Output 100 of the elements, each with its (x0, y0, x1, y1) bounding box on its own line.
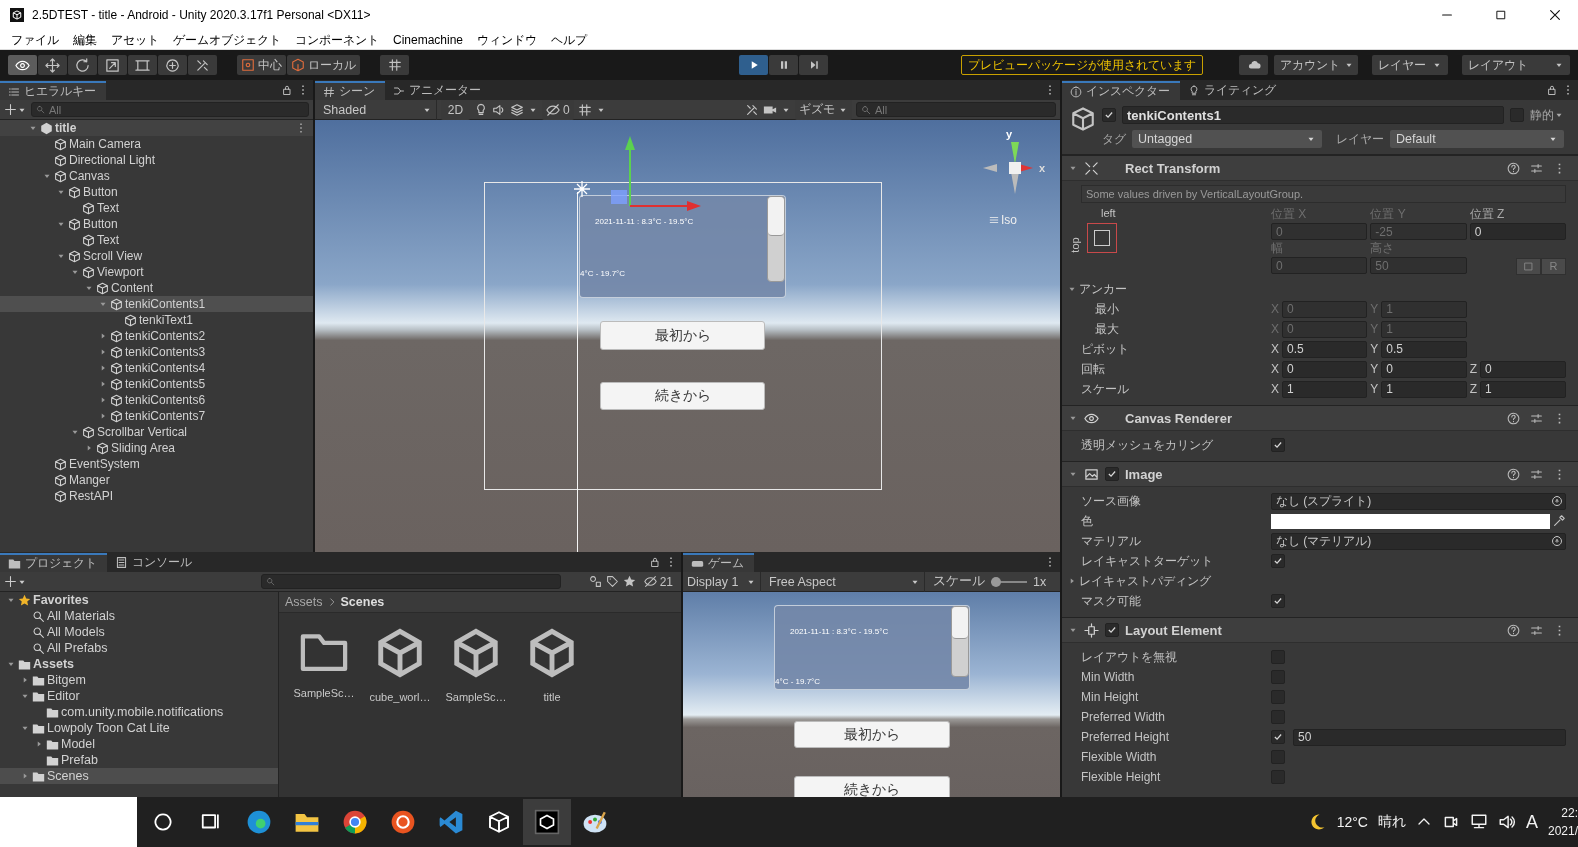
layers-icon[interactable] (510, 102, 524, 117)
lock-icon[interactable] (649, 556, 661, 568)
number-field[interactable]: 0 (1469, 223, 1566, 240)
hierarchy-item[interactable]: Manger (0, 472, 313, 488)
lock-icon[interactable] (1546, 84, 1558, 96)
hierarchy-item[interactable]: Content (0, 280, 313, 296)
label-filter-icon[interactable] (605, 575, 619, 588)
presets-icon[interactable] (1530, 623, 1543, 637)
panel-tab[interactable]: コンソール (107, 553, 202, 572)
menu-item[interactable]: ヘルプ (544, 29, 595, 50)
hierarchy-item[interactable]: Main Camera (0, 136, 313, 152)
help-icon[interactable] (1507, 411, 1520, 425)
hidden-packages-toggle[interactable]: 21 (639, 571, 677, 592)
static-dropdown[interactable]: 静的 (1530, 106, 1564, 124)
hierarchy-item[interactable]: Text (0, 200, 313, 216)
presets-icon[interactable] (1530, 411, 1543, 425)
lock-icon[interactable] (281, 84, 293, 96)
hierarchy-item[interactable]: Scroll View (0, 248, 313, 264)
number-field[interactable]: 0 (1282, 360, 1368, 378)
aspect-dropdown[interactable]: Free Aspect (765, 571, 925, 592)
panel-tab[interactable]: インスペクター (1062, 81, 1180, 100)
start-button[interactable]: 最初から (794, 721, 950, 748)
number-field[interactable]: 0 (1480, 360, 1566, 378)
number-field[interactable]: 50 (1293, 728, 1566, 746)
tool-button[interactable] (128, 55, 157, 75)
project-tree-item[interactable]: Lowpoly Toon Cat Lite (0, 720, 278, 736)
hierarchy-item[interactable]: tenkiText1 (0, 312, 313, 328)
star-icon[interactable] (622, 575, 636, 588)
hierarchy-item[interactable]: tenkiContents1 (0, 296, 313, 312)
create-dropdown[interactable] (4, 575, 27, 588)
menu-item[interactable]: Cinemachine (386, 29, 471, 50)
menu-item[interactable]: アセット (104, 29, 166, 50)
hierarchy-item[interactable]: tenkiContents5 (0, 376, 313, 392)
number-field[interactable]: 1 (1480, 380, 1566, 398)
tool-button[interactable] (8, 55, 37, 75)
speaker-icon[interactable] (1497, 813, 1516, 831)
project-tree-item[interactable]: All Models (0, 624, 278, 640)
foldout-label[interactable]: アンカー (1079, 280, 1127, 298)
temperature[interactable]: 12°C (1336, 814, 1368, 830)
search-field[interactable] (261, 574, 561, 589)
snap-button[interactable] (380, 55, 409, 75)
display-dropdown[interactable]: Display 1 (683, 571, 761, 592)
panel-tab[interactable]: ヒエラルキー (0, 81, 106, 100)
tool-button[interactable] (158, 55, 187, 75)
anchor-preset-button[interactable] (1087, 223, 1117, 253)
enable-checkbox[interactable] (1105, 623, 1119, 637)
checkbox[interactable] (1271, 730, 1285, 744)
hierarchy-item[interactable]: tenkiContents6 (0, 392, 313, 408)
clock-time[interactable]: 22: (1561, 804, 1578, 822)
playback-button[interactable] (769, 55, 798, 75)
tools-icon[interactable] (745, 102, 759, 117)
project-tree-item[interactable]: Scenes (0, 768, 278, 784)
hierarchy-item[interactable]: tenkiContents3 (0, 344, 313, 360)
slider-thumb[interactable] (991, 576, 1001, 587)
hierarchy-item[interactable]: Button (0, 216, 313, 232)
asset-name[interactable]: SampleSc… (445, 691, 507, 703)
tool-button[interactable] (98, 55, 127, 75)
hierarchy-item[interactable]: tenkiContents4 (0, 360, 313, 376)
playback-button[interactable] (799, 55, 828, 75)
project-tree-item[interactable]: Assets (0, 656, 278, 672)
help-icon[interactable] (1507, 467, 1520, 481)
type-filter-icon[interactable] (588, 575, 602, 588)
account-dropdown[interactable]: アカウント (1274, 55, 1358, 75)
preview-packages-notice[interactable]: プレビューパッケージが使用されています (961, 55, 1203, 75)
grid-icon[interactable] (577, 102, 592, 117)
menu-item[interactable]: コンポーネント (288, 29, 386, 50)
color-field[interactable] (1271, 513, 1550, 529)
project-tree-item[interactable]: com.unity.mobile.notifications (0, 704, 278, 720)
project-tree-item[interactable]: Bitgem (0, 672, 278, 688)
space-toggle[interactable]: ローカル (287, 55, 360, 75)
panel-tab[interactable]: シーン (315, 81, 385, 100)
number-field[interactable]: 1 (1282, 380, 1368, 398)
playback-button[interactable] (739, 55, 768, 75)
layers-dropdown[interactable]: レイヤー (1372, 55, 1448, 75)
help-icon[interactable] (1507, 161, 1520, 175)
tool-button[interactable] (188, 55, 217, 75)
project-tree-item[interactable]: All Materials (0, 608, 278, 624)
checkbox[interactable] (1271, 438, 1285, 452)
presets-icon[interactable] (1530, 467, 1543, 481)
taskbar-app-button[interactable] (523, 799, 571, 845)
number-field[interactable]: 0.5 (1381, 340, 1467, 358)
tool-button[interactable] (68, 55, 97, 75)
panel-tab[interactable]: プロジェクト (0, 553, 107, 572)
hierarchy-item[interactable]: Sliding Area (0, 440, 313, 456)
enable-checkbox[interactable] (1105, 467, 1119, 481)
name-field[interactable]: tenkiContents1 (1122, 106, 1504, 124)
clock-date[interactable]: 2021/ (1547, 822, 1578, 840)
project-tree-item[interactable]: Prefab (0, 752, 278, 768)
project-tree-item[interactable]: Editor (0, 688, 278, 704)
light-bulb-icon[interactable] (474, 102, 488, 117)
shading-dropdown[interactable]: Shaded (319, 99, 437, 120)
continue-button[interactable]: 続きから (794, 776, 950, 797)
hierarchy-item[interactable]: Viewport (0, 264, 313, 280)
number-field[interactable]: 0 (1381, 360, 1467, 378)
foldout-label[interactable]: レイキャストパディング (1079, 572, 1211, 590)
breadcrumb-link[interactable]: Scenes (340, 595, 385, 609)
panel-tab[interactable]: ゲーム (683, 553, 754, 572)
asset-name[interactable]: title (543, 691, 561, 703)
hierarchy-item[interactable]: tenkiContents2 (0, 328, 313, 344)
presets-icon[interactable] (1530, 161, 1543, 175)
